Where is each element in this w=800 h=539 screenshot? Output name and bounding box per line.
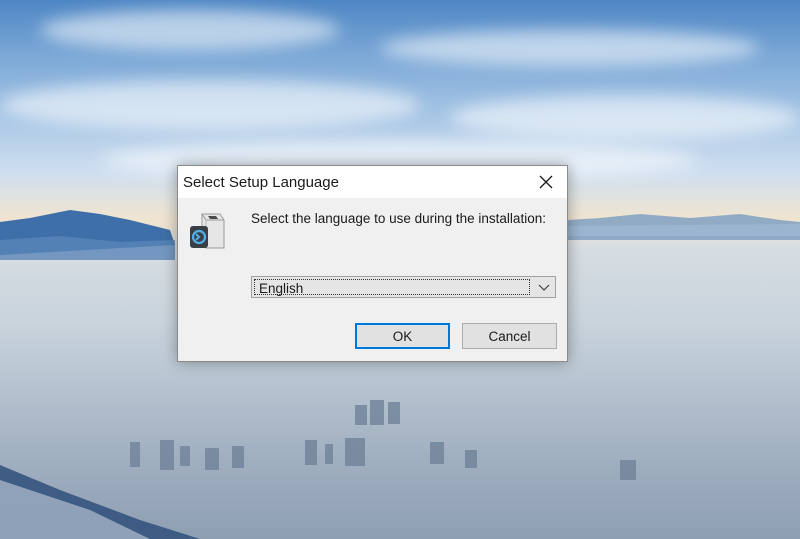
close-icon [539, 175, 553, 189]
setup-language-dialog: Select Setup Language Select the languag… [177, 165, 568, 362]
cloud [380, 30, 760, 66]
chevron-down-icon[interactable] [537, 281, 551, 293]
cloud [0, 80, 420, 130]
desktop-background: Select Setup Language Select the languag… [0, 0, 800, 539]
city-skyline [0, 400, 636, 539]
cancel-button[interactable]: Cancel [462, 323, 557, 349]
dialog-title: Select Setup Language [183, 174, 339, 191]
language-select-value: English [259, 281, 304, 296]
language-select[interactable]: English [251, 276, 556, 298]
language-prompt: Select the language to use during the in… [251, 211, 546, 226]
setup-package-icon [190, 213, 225, 249]
cloud [40, 10, 340, 50]
cloud [450, 95, 800, 140]
ok-button[interactable]: OK [355, 323, 450, 349]
dialog-titlebar: Select Setup Language [178, 166, 567, 198]
language-select-focus-box: English [254, 279, 530, 296]
close-button[interactable] [525, 166, 567, 198]
